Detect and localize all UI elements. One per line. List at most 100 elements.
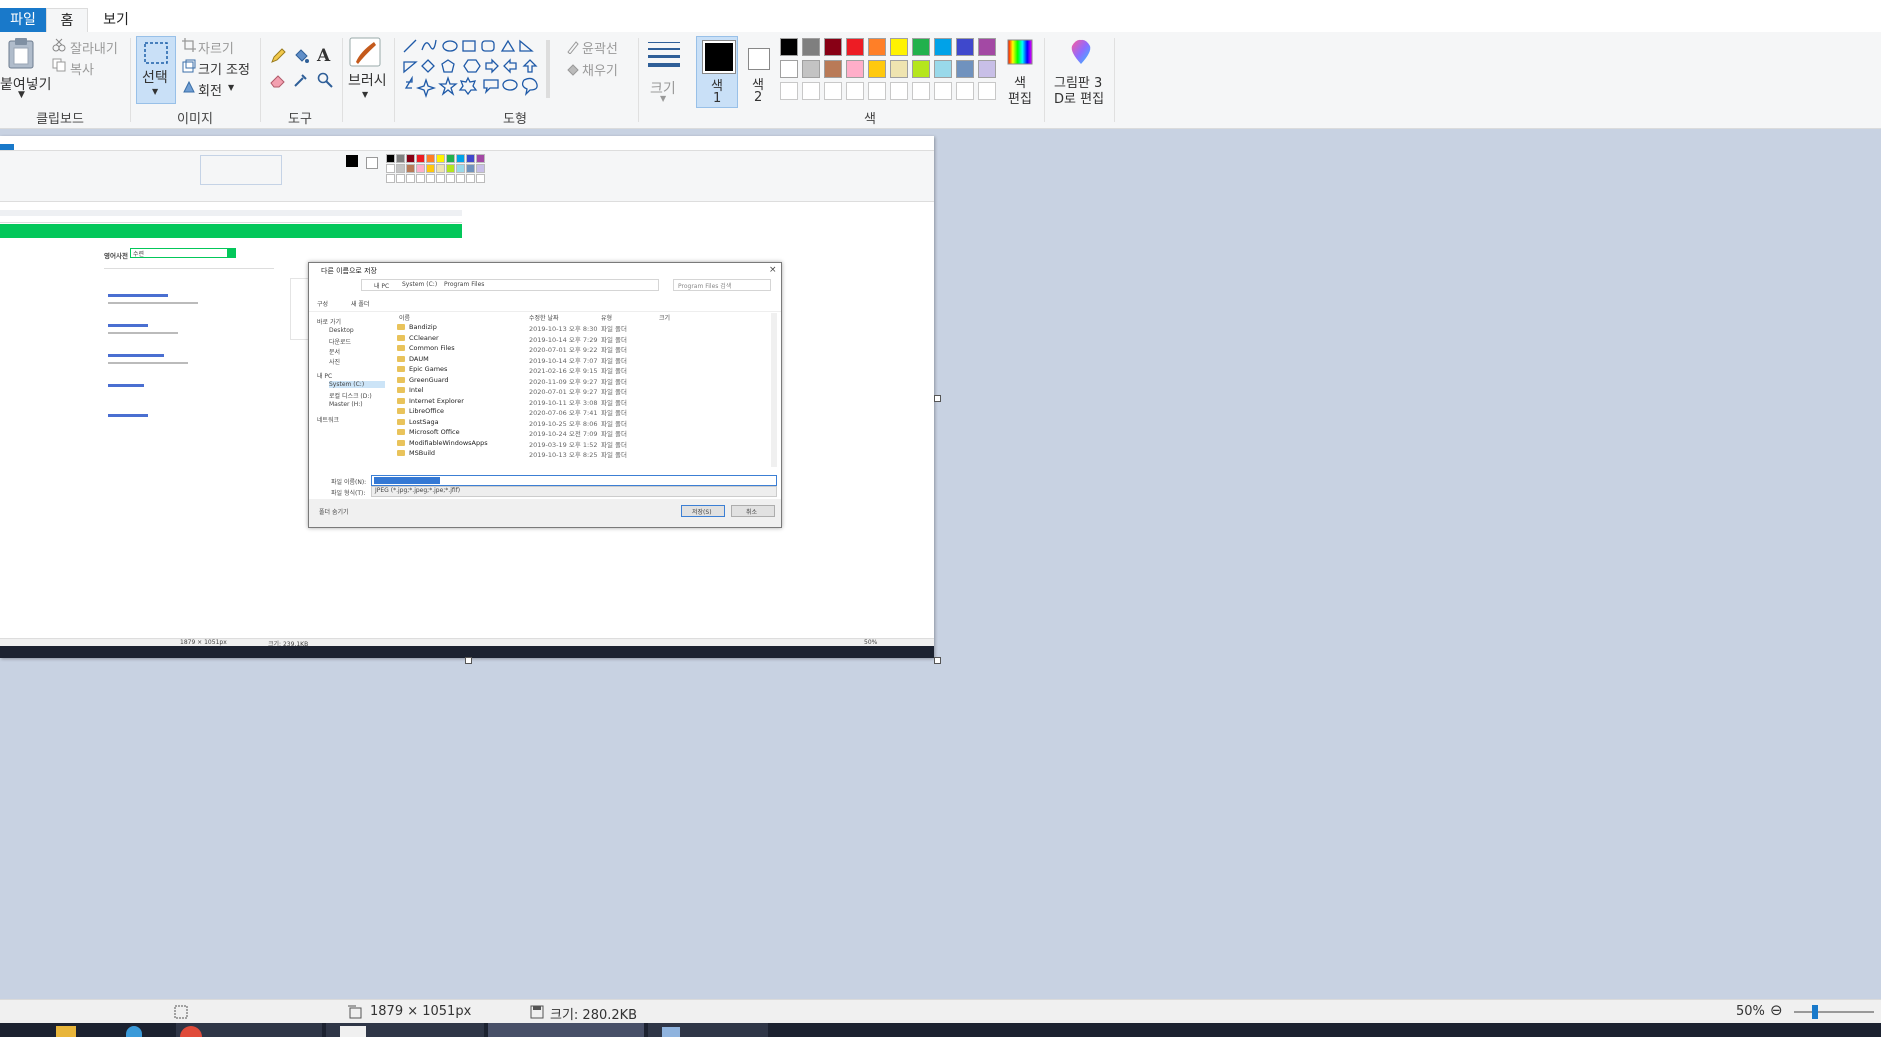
- palette-swatch[interactable]: [868, 38, 886, 56]
- dialog-close-icon[interactable]: ×: [769, 265, 777, 275]
- tab-file[interactable]: 파일: [0, 8, 46, 32]
- palette-swatch[interactable]: [956, 60, 974, 78]
- dialog-scrollbar[interactable]: [771, 313, 777, 467]
- size-button[interactable]: 크기 ▼: [644, 36, 684, 103]
- crop-button[interactable]: 자르기: [198, 38, 234, 57]
- zoom-slider-track[interactable]: [1794, 1011, 1874, 1013]
- dialog-cancel-button[interactable]: 취소: [731, 505, 775, 517]
- tab-home[interactable]: 홈: [46, 8, 88, 33]
- palette-swatch[interactable]: [824, 82, 842, 100]
- select-button[interactable]: 선택 ▼: [136, 36, 176, 104]
- dialog-file-list[interactable]: Bandizip 2019-10-13 오후 8:30 파일 폴더 CCleaner 2…: [397, 323, 767, 473]
- chevron-down-icon[interactable]: ▼: [228, 83, 234, 92]
- palette-swatch[interactable]: [934, 60, 952, 78]
- dialog-nav-item[interactable]: 다운로드: [329, 337, 351, 346]
- dialog-organize-button[interactable]: 구성: [317, 299, 328, 308]
- taskbar-app-button-active[interactable]: [488, 1023, 644, 1037]
- dialog-nav-item[interactable]: 바로 가기: [317, 317, 341, 326]
- palette-swatch[interactable]: [780, 82, 798, 100]
- dialog-nav-item[interactable]: 네트워크: [317, 415, 339, 424]
- edge-icon[interactable]: [126, 1026, 142, 1037]
- palette-swatch[interactable]: [912, 60, 930, 78]
- dialog-nav-item[interactable]: 문서: [329, 347, 340, 356]
- color2-button[interactable]: 색 2: [740, 36, 776, 106]
- palette-swatch[interactable]: [956, 82, 974, 100]
- file-explorer-icon[interactable]: [56, 1026, 76, 1037]
- eraser-icon[interactable]: [270, 72, 286, 88]
- pencil-icon[interactable]: [270, 48, 286, 64]
- dialog-file-row[interactable]: ModifiableWindowsApps 2019-03-19 오후 1:52 파…: [397, 439, 767, 449]
- resize-handle-bottom[interactable]: [465, 657, 472, 664]
- dialog-file-row[interactable]: LostSaga 2019-10-25 오후 8:06 파일 폴더: [397, 418, 767, 428]
- dialog-nav-item[interactable]: 사진: [329, 357, 340, 366]
- edit-colors-button[interactable]: 색 편집: [1004, 36, 1036, 107]
- palette-swatch[interactable]: [912, 38, 930, 56]
- zoom-out-icon[interactable]: ⊖: [1770, 1001, 1783, 1019]
- palette-swatch[interactable]: [956, 38, 974, 56]
- dialog-col-size[interactable]: 크기: [659, 313, 670, 322]
- magnifier-icon[interactable]: [317, 72, 333, 88]
- dialog-nav-item[interactable]: 내 PC: [317, 371, 332, 380]
- outline-button[interactable]: 윤곽선: [582, 38, 618, 57]
- dialog-file-row[interactable]: MSBuild 2019-10-13 오후 8:25 파일 폴더: [397, 449, 767, 459]
- dialog-hide-folders-button[interactable]: 폴더 숨기기: [319, 507, 349, 516]
- copy-button[interactable]: 복사: [70, 59, 94, 78]
- drawing-canvas[interactable]: 영어사전 수련 다른 이름으로 저장 × 내 PC System (C:) Pr…: [0, 136, 934, 658]
- dialog-col-name[interactable]: 이름: [399, 313, 410, 322]
- palette-swatch[interactable]: [846, 38, 864, 56]
- chevron-down-icon[interactable]: ▼: [18, 90, 25, 100]
- palette-swatch[interactable]: [780, 60, 798, 78]
- dialog-file-row[interactable]: DAUM 2019-10-14 오후 7:07 파일 폴더: [397, 355, 767, 365]
- dialog-nav-item[interactable]: 로컬 디스크 (D:): [329, 391, 372, 400]
- tab-view[interactable]: 보기: [94, 8, 138, 32]
- dialog-file-row[interactable]: Common Files 2020-07-01 오후 9:22 파일 폴더: [397, 344, 767, 354]
- palette-swatch[interactable]: [868, 82, 886, 100]
- dialog-address-bar[interactable]: 내 PC System (C:) Program Files: [361, 279, 659, 291]
- palette-swatch[interactable]: [890, 60, 908, 78]
- dialog-nav-item[interactable]: Master (H:): [329, 401, 363, 408]
- palette-swatch[interactable]: [780, 38, 798, 56]
- palette-swatch[interactable]: [802, 38, 820, 56]
- color1-button[interactable]: 색 1: [696, 36, 738, 108]
- palette-swatch[interactable]: [846, 82, 864, 100]
- palette-swatch[interactable]: [802, 82, 820, 100]
- palette-swatch[interactable]: [934, 82, 952, 100]
- fill-button[interactable]: 채우기: [582, 60, 618, 79]
- shapes-gallery[interactable]: [402, 38, 550, 100]
- palette-swatch[interactable]: [978, 38, 996, 56]
- palette-swatch[interactable]: [824, 38, 842, 56]
- fill-bucket-icon[interactable]: [293, 48, 309, 64]
- palette-swatch[interactable]: [868, 60, 886, 78]
- color-picker-icon[interactable]: [293, 72, 309, 88]
- dialog-save-button[interactable]: 저장(S): [681, 505, 725, 517]
- rotate-button[interactable]: 회전: [198, 80, 222, 99]
- dialog-nav-item[interactable]: Desktop: [329, 327, 354, 334]
- dialog-file-row[interactable]: GreenGuard 2020-11-09 오후 9:27 파일 폴더: [397, 376, 767, 386]
- palette-swatch[interactable]: [934, 38, 952, 56]
- palette-swatch[interactable]: [846, 60, 864, 78]
- palette-swatch[interactable]: [978, 60, 996, 78]
- palette-swatch[interactable]: [802, 60, 820, 78]
- dialog-nav-pane[interactable]: 바로 가기 Desktop 다운로드 문서 사진 내 PC System (C:) 로컬 디스…: [317, 317, 393, 467]
- cut-button[interactable]: 잘라내기: [70, 38, 118, 57]
- dialog-new-folder-button[interactable]: 새 폴더: [351, 299, 369, 308]
- brush-button[interactable]: 브러시 ▼: [348, 36, 387, 99]
- dialog-file-row[interactable]: Epic Games 2021-02-16 오후 9:15 파일 폴더: [397, 365, 767, 375]
- edit-with-paint3d-button[interactable]: 그림판 3 D로 편집: [1052, 36, 1108, 107]
- dialog-col-date[interactable]: 수정한 날짜: [529, 313, 559, 322]
- dialog-filename-input[interactable]: [371, 475, 777, 486]
- dialog-filetype-select[interactable]: JPEG (*.jpg;*.jpeg;*.jpe;*.jfif): [371, 486, 777, 497]
- resize-button[interactable]: 크기 조정: [198, 59, 250, 78]
- color-palette[interactable]: [780, 38, 1000, 104]
- resize-handle-right[interactable]: [934, 395, 941, 402]
- zoom-slider-thumb[interactable]: [1812, 1005, 1818, 1019]
- dialog-file-row[interactable]: Intel 2020-07-01 오후 9:27 파일 폴더: [397, 386, 767, 396]
- text-tool-icon[interactable]: A: [317, 46, 330, 66]
- palette-swatch[interactable]: [824, 60, 842, 78]
- palette-swatch[interactable]: [890, 82, 908, 100]
- dialog-file-row[interactable]: Microsoft Office 2019-10-24 오전 7:09 파일 폴더: [397, 428, 767, 438]
- dialog-file-row[interactable]: Bandizip 2019-10-13 오후 8:30 파일 폴더: [397, 323, 767, 333]
- palette-swatch[interactable]: [912, 82, 930, 100]
- dialog-file-row[interactable]: Internet Explorer 2019-10-11 오후 3:08 파일 폴더: [397, 397, 767, 407]
- dialog-search-box[interactable]: Program Files 검색: [673, 279, 771, 291]
